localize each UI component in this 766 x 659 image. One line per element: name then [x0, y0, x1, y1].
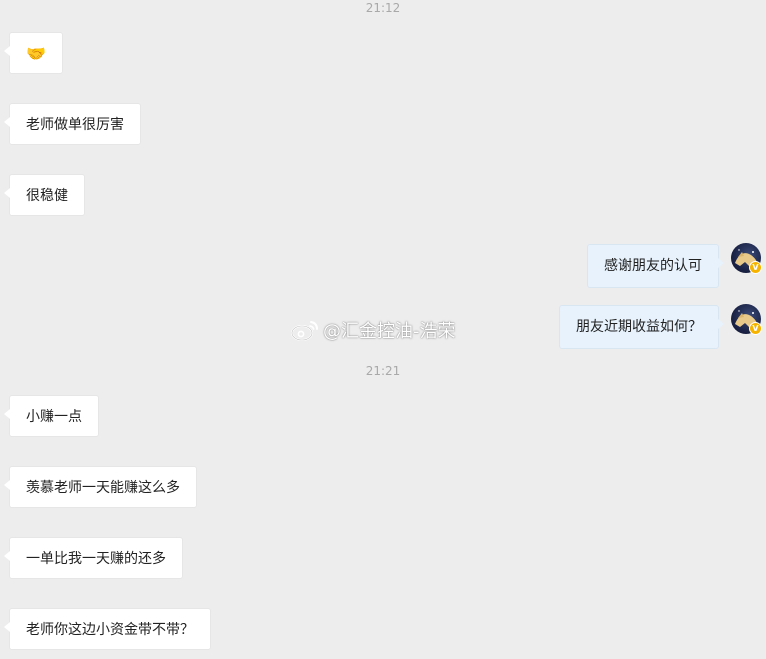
- message-bubble[interactable]: 老师你这边小资金带不带？: [4, 608, 211, 650]
- timestamp: 21:12: [365, 1, 401, 15]
- message-bubble-outgoing[interactable]: 感谢朋友的认可: [587, 244, 724, 288]
- avatar[interactable]: V: [731, 243, 762, 274]
- message-bubble[interactable]: 羡慕老师一天能赚这么多: [4, 466, 197, 508]
- message-bubble-outgoing[interactable]: 朋友近期收益如何？: [559, 305, 724, 349]
- verified-v-icon: V: [749, 322, 762, 335]
- message-bubble[interactable]: 很稳健: [4, 174, 85, 216]
- message-bubble[interactable]: 老师做单很厉害: [4, 103, 141, 145]
- handshake-emoji: 🤝: [26, 44, 46, 63]
- message-bubble[interactable]: 一单比我一天赚的还多: [4, 537, 183, 579]
- message-bubble[interactable]: 小赚一点: [4, 395, 99, 437]
- verified-v-icon: V: [749, 261, 762, 274]
- watermark: @汇金控油-浩荣: [290, 316, 456, 344]
- chat-window: 21:12 🤝 老师做单很厉害 很稳健 感谢朋友的认可 V 朋友近期收益如何？ …: [0, 0, 766, 659]
- avatar[interactable]: V: [731, 304, 762, 335]
- message-bubble[interactable]: 🤝: [4, 32, 63, 74]
- watermark-text: @汇金控油-浩荣: [323, 321, 456, 342]
- timestamp: 21:21: [365, 364, 401, 378]
- weibo-icon: [291, 321, 318, 341]
